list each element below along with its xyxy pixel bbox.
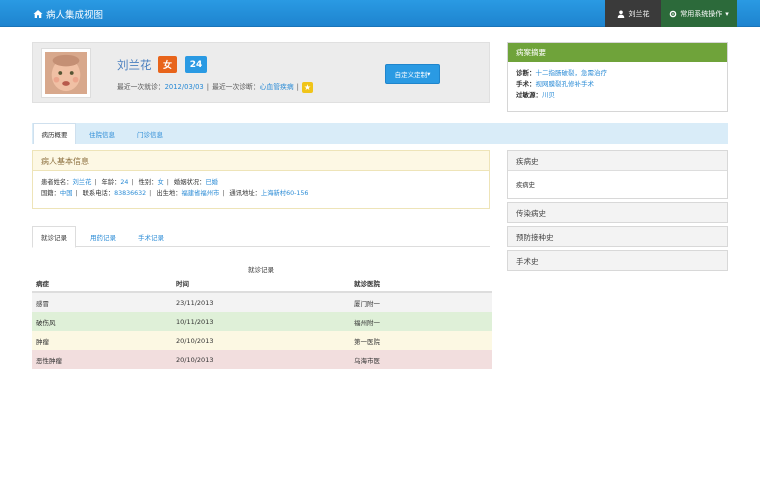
system-ops-menu[interactable]: 常用系统操作 ▾ [661,0,737,27]
ops-label: 常用系统操作 [680,9,723,18]
customize-button[interactable]: 自定义定制 ▾ [385,64,440,84]
info-key: 性别： [138,179,158,186]
star-icon[interactable]: ★ [301,81,313,93]
summary-allergy-label: 过敏源： [516,91,542,99]
disease-history-panel: 疾病史 疾病史 [507,150,728,199]
age-badge: 24 [185,56,207,73]
subtab-surgery[interactable]: 手术记录 [129,226,173,247]
subtab-visits[interactable]: 就诊记录 [32,226,76,248]
disease-history-title[interactable]: 疾病史 [508,151,727,170]
header-disease: 病症 [36,279,49,288]
infectious-history-panel: 传染病史 [507,202,728,223]
summary-surgery-label: 手术： [516,80,536,88]
table-row[interactable]: 破伤风 10/11/2013 福州附一 [32,312,492,331]
summary-title: 病案摘要 [508,43,727,62]
basic-info-body: 患者姓名：刘兰花 | 年龄：24 | 性别：女 | 婚姻状况：已婚 国籍：中国 | 联系… [33,171,489,205]
table-caption: 就诊记录 [248,266,274,274]
user-menu[interactable]: 刘兰花 [605,0,661,27]
vaccine-history-title[interactable]: 预防接种史 [508,227,727,246]
header-hospital: 就诊医院 [354,279,380,288]
patient-avatar [41,48,91,98]
basic-info-row-1: 患者姓名：刘兰花 | 年龄：24 | 性别：女 | 婚姻状况：已婚 [41,179,218,186]
home-icon [33,10,43,18]
table-row[interactable]: 肿瘤 20/10/2013 第一医院 [32,331,492,350]
basic-info-row-2: 国籍：中国 | 联系电话：83836632 | 出生地：福建省福州市 | 通讯地址：上… [41,190,309,197]
cell-hospital: 厦门附一 [354,299,380,308]
tab-inpatient[interactable]: 住院信息 [79,123,125,144]
info-key: 国籍： [41,190,60,197]
info-value[interactable]: 上海新村60-156 [261,190,309,197]
info-key: 出生地： [156,190,182,197]
record-subtabs: 就诊记录 用药记录 手术记录 [32,226,490,248]
cell-disease: 破伤风 [36,318,56,327]
info-value[interactable]: 中国 [60,190,73,197]
user-name: 刘兰花 [628,9,650,18]
cell-hospital: 乌海市医 [354,356,380,365]
subtab-medication[interactable]: 用药记录 [81,226,125,247]
info-key: 通讯地址： [229,190,261,197]
summary-dx-link[interactable]: 十二指肠破裂，急需治疗 [536,69,608,77]
summary-dx-label: 诊断： [516,69,536,77]
surgery-history-panel: 手术史 [507,250,728,271]
summary-dx-row: 诊断：十二指肠破裂，急需治疗 [516,68,719,79]
header-date: 时间 [176,279,189,288]
table-row[interactable]: 恶性肿瘤 20/10/2013 乌海市医 [32,350,492,369]
visits-table: 病症 时间 就诊医院 感冒 23/11/2013 厦门附一 破伤风 10/11/… [32,274,492,369]
case-summary-panel: 病案摘要 诊断：十二指肠破裂，急需治疗 手术：视网膜裂孔修补手术 过敏源：川贝 [507,42,728,112]
user-icon [617,10,624,18]
cell-hospital: 第一医院 [354,337,380,346]
infectious-history-title[interactable]: 传染病史 [508,203,727,222]
caret-down-icon: ▾ [725,9,729,18]
app-brand[interactable]: 病人集成视图 [33,7,103,21]
cell-date: 10/11/2013 [176,317,214,326]
patient-header: 刘兰花 女 24 最近一次就诊：2012/03/03 | 最近一次诊断：心血管疾病 |… [32,42,490,103]
surgery-history-title[interactable]: 手术史 [508,251,727,270]
summary-body: 诊断：十二指肠破裂，急需治疗 手术：视网膜裂孔修补手术 过敏源：川贝 [508,62,727,107]
info-value[interactable]: 刘兰花 [72,179,91,186]
info-key: 联系电话： [82,190,115,197]
info-value[interactable]: 已婚 [205,179,218,186]
summary-surgery-link[interactable]: 视网膜裂孔修补手术 [536,80,595,88]
sex-badge: 女 [158,56,177,73]
customize-button-label: 自定义定制 [394,71,428,79]
info-key: 婚姻状况： [173,179,206,186]
last-visit-label: 最近一次就诊： [117,83,165,91]
disease-history-body: 疾病史 [508,170,727,198]
summary-allergy-row: 过敏源：川贝 [516,90,719,101]
tab-overview[interactable]: 病历概要 [33,123,76,144]
cell-disease: 恶性肿瘤 [36,356,62,365]
info-value[interactable]: 24 [120,179,128,186]
cell-date: 23/11/2013 [176,298,214,307]
last-dx-label: 最近一次诊断： [212,83,260,91]
app-title: 病人集成视图 [46,10,104,21]
table-row[interactable]: 感冒 23/11/2013 厦门附一 [32,293,492,312]
patient-meta: 最近一次就诊：2012/03/03 | 最近一次诊断：心血管疾病 | ★ [117,81,313,93]
tab-outpatient[interactable]: 门诊信息 [127,123,173,144]
cell-hospital: 福州附一 [354,318,380,327]
cell-date: 20/10/2013 [176,355,214,364]
info-value[interactable]: 福建省福州市 [182,190,220,197]
summary-allergy-link[interactable]: 川贝 [542,91,555,99]
info-key: 年龄： [101,179,121,186]
last-visit-link[interactable]: 2012/03/03 [165,83,204,91]
vaccine-history-panel: 预防接种史 [507,226,728,247]
main-tabbar: 病历概要 住院信息 门诊信息 [32,123,728,144]
cell-disease: 肿瘤 [36,337,49,346]
info-value[interactable]: 83836632 [114,190,146,197]
cell-date: 20/10/2013 [176,336,214,345]
caret-down-icon: ▾ [427,70,431,78]
top-navbar: 病人集成视图 刘兰花 常用系统操作 ▾ [0,0,760,27]
avatar-photo [45,52,87,94]
info-value[interactable]: 女 [157,179,163,186]
basic-info-panel: 病人基本信息 患者姓名：刘兰花 | 年龄：24 | 性别：女 | 婚姻状况：已婚 国籍… [32,150,490,209]
gear-icon [669,10,677,17]
summary-surgery-row: 手术：视网膜裂孔修补手术 [516,79,719,90]
table-header: 病症 时间 就诊医院 [32,274,492,293]
basic-info-title: 病人基本信息 [33,151,489,171]
patient-name: 刘兰花 [117,58,152,72]
last-dx-link[interactable]: 心血管疾病 [260,83,294,91]
info-key: 患者姓名： [41,179,73,186]
cell-disease: 感冒 [36,299,49,308]
